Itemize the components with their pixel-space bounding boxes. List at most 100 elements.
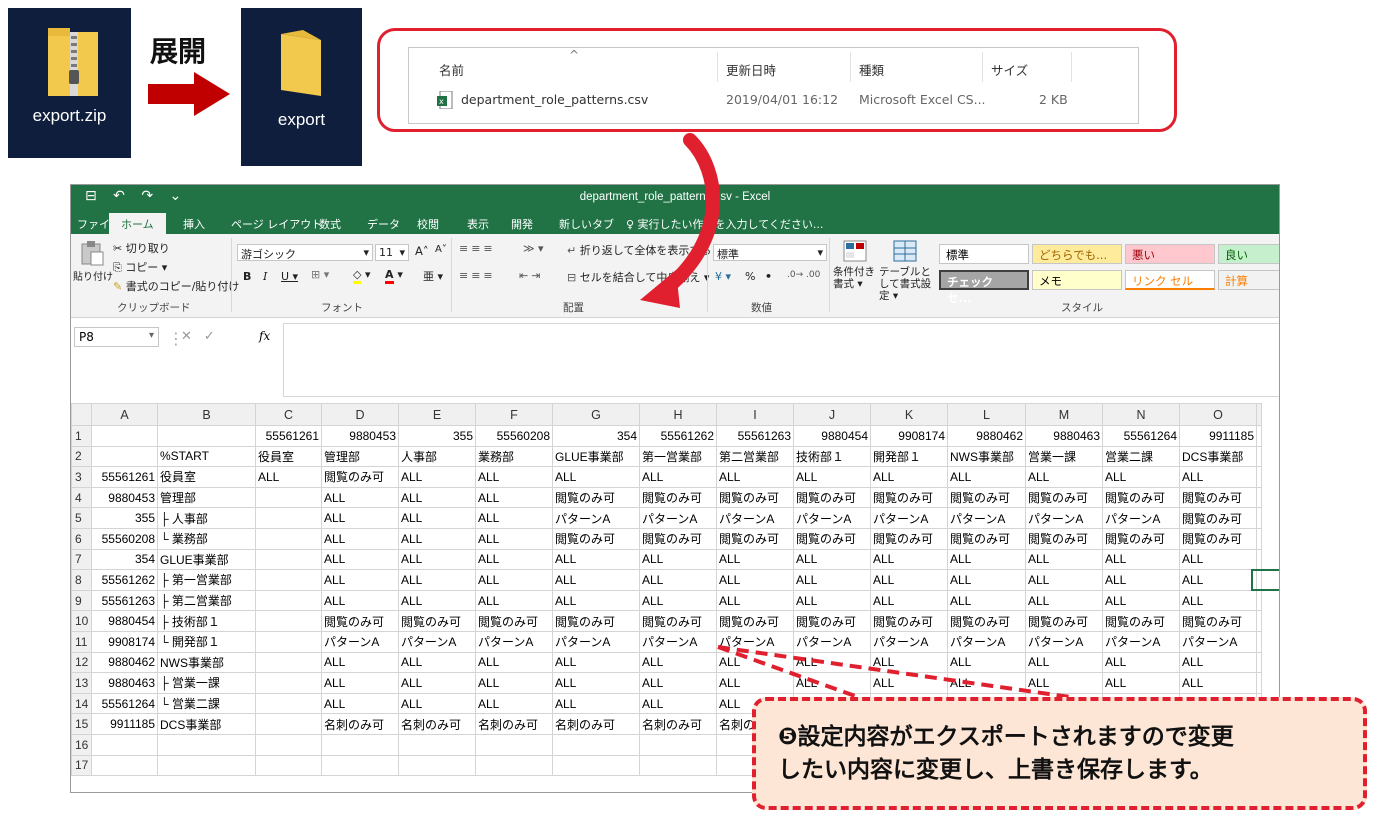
cell[interactable] (1256, 672, 1262, 694)
cell[interactable]: ALL (639, 466, 717, 488)
column-header-name[interactable]: 名前 (439, 60, 464, 79)
column-header[interactable]: E (398, 403, 476, 426)
cell[interactable] (1256, 569, 1262, 591)
cell[interactable]: ALL (870, 466, 948, 488)
cell[interactable]: 営業二課 (1102, 445, 1180, 468)
cell[interactable]: 名刺のみ可 (552, 713, 640, 735)
cell[interactable] (255, 527, 322, 550)
cell[interactable]: ALL (716, 651, 794, 674)
cell[interactable]: パターンA (639, 630, 717, 653)
cell[interactable]: ALL (1102, 651, 1180, 674)
cell[interactable]: ALL (793, 651, 871, 674)
cell[interactable] (1256, 507, 1262, 529)
cell[interactable]: ├ 技術部１ (157, 610, 256, 632)
cell[interactable]: ALL (870, 569, 948, 591)
file-row[interactable]: x department_role_patterns.csv 2019/04/0… (437, 91, 1077, 112)
cell[interactable]: 閲覧のみ可 (639, 610, 717, 632)
cell[interactable]: 閲覧のみ可 (1102, 610, 1180, 632)
cell[interactable]: ALL (398, 672, 476, 694)
cell[interactable]: パターンA (793, 507, 871, 529)
font-size-select[interactable]: 11 ▾ (375, 244, 409, 261)
cell[interactable]: ALL (1102, 589, 1180, 612)
cell[interactable]: ALL (475, 548, 553, 571)
cell[interactable]: ALL (793, 548, 871, 571)
cell[interactable]: ALL (1179, 672, 1257, 694)
cell[interactable]: 55561264 (1102, 425, 1180, 447)
cell[interactable]: 技術部１ (793, 445, 871, 468)
cell[interactable] (157, 754, 256, 777)
cell[interactable]: ALL (1179, 548, 1257, 571)
cell[interactable]: ALL (475, 589, 553, 612)
cell[interactable]: パターンA (716, 507, 794, 529)
cell[interactable]: 55561264 (91, 692, 158, 715)
cell[interactable]: 閲覧のみ可 (1179, 527, 1257, 550)
cell[interactable]: 閲覧のみ可 (552, 486, 640, 509)
cell[interactable]: ├ 人事部 (157, 507, 256, 529)
cell[interactable] (1256, 630, 1262, 653)
cell[interactable]: 閲覧のみ可 (1179, 610, 1257, 632)
cell[interactable]: ALL (1179, 651, 1257, 674)
cell[interactable] (255, 754, 322, 777)
cell[interactable]: 55561261 (91, 466, 158, 488)
cell[interactable]: パターンA (870, 630, 948, 653)
cell[interactable]: ALL (870, 548, 948, 571)
row-header[interactable]: 6 (71, 527, 92, 550)
cell[interactable]: ALL (398, 569, 476, 591)
cell[interactable]: 9880454 (793, 425, 871, 447)
cell[interactable] (1256, 486, 1262, 509)
cell[interactable]: ALL (947, 672, 1026, 694)
column-header[interactable]: F (475, 403, 553, 426)
cell[interactable]: ALL (1102, 672, 1180, 694)
number-format-select[interactable]: 標準 ▾ (713, 244, 827, 261)
cell[interactable] (552, 733, 640, 756)
row-header[interactable]: 14 (71, 692, 92, 715)
cell[interactable]: ALL (255, 466, 322, 488)
export-folder-icon-tile[interactable]: export (241, 8, 362, 166)
row-header[interactable]: 11 (71, 630, 92, 653)
paste-icon[interactable] (79, 240, 105, 266)
cell[interactable]: 9880463 (1025, 425, 1103, 447)
cell[interactable]: 55561263 (716, 425, 794, 447)
cell[interactable]: ALL (1179, 589, 1257, 612)
cell[interactable]: ALL (1102, 466, 1180, 488)
cell[interactable]: 開発部１ (870, 445, 948, 468)
cell[interactable] (1256, 466, 1262, 488)
cell[interactable]: ALL (1025, 672, 1103, 694)
cell[interactable]: パターンA (1025, 630, 1103, 653)
column-header[interactable]: G (552, 403, 640, 426)
cell[interactable]: ALL (1179, 569, 1257, 591)
cell[interactable]: パターンA (1102, 507, 1180, 529)
column-header[interactable]: B (157, 403, 256, 426)
horizontal-align-icons[interactable]: ≡≡≡ (459, 269, 496, 282)
cell[interactable]: ALL (716, 548, 794, 571)
cell[interactable] (398, 733, 476, 756)
cell[interactable]: 人事部 (398, 445, 476, 468)
cell[interactable]: 管理部 (157, 486, 256, 509)
shrink-font-button[interactable]: A˅ (435, 244, 447, 255)
format-as-table-icon[interactable] (893, 240, 917, 262)
cell[interactable]: ALL (1102, 569, 1180, 591)
cell[interactable]: 閲覧のみ可 (1025, 527, 1103, 550)
cell[interactable]: NWS事業部 (157, 651, 256, 674)
cell[interactable]: ALL (1179, 466, 1257, 488)
tab-3[interactable]: ページ レイアウト (231, 216, 322, 232)
cell[interactable] (639, 754, 717, 777)
cell[interactable]: ALL (552, 548, 640, 571)
cell[interactable]: ALL (639, 651, 717, 674)
column-header[interactable]: L (947, 403, 1026, 426)
cell[interactable]: 第一営業部 (639, 445, 717, 468)
column-header[interactable]: M (1025, 403, 1103, 426)
cell[interactable]: パターンA (552, 630, 640, 653)
row-header[interactable]: 5 (71, 507, 92, 529)
cell[interactable] (157, 425, 256, 447)
cell[interactable]: ALL (639, 569, 717, 591)
cell-style-3[interactable]: 良い (1218, 244, 1279, 264)
grow-font-button[interactable]: A˄ (415, 244, 429, 258)
column-header-type[interactable]: 種類 (859, 60, 884, 79)
cell[interactable]: ALL (398, 507, 476, 529)
fill-color-icon[interactable]: ◇ ▾ (353, 268, 371, 284)
cell[interactable]: 9880462 (91, 651, 158, 674)
cell[interactable] (475, 733, 553, 756)
column-header-modified[interactable]: 更新日時 (726, 60, 776, 79)
column-header[interactable]: J (793, 403, 871, 426)
